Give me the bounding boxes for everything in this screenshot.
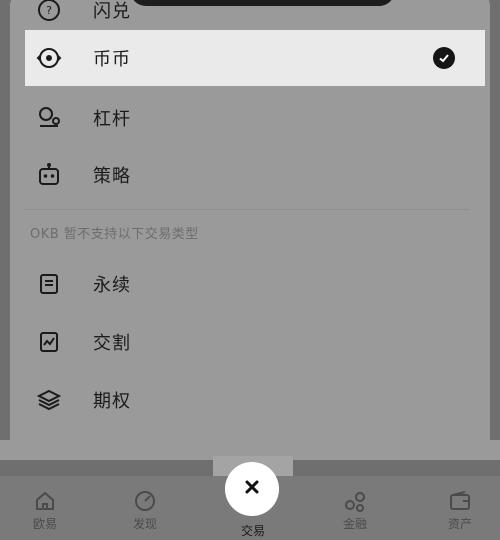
tab-assets[interactable]: 资产	[415, 476, 500, 540]
unsupported-note: OKB 暂不支持以下交易类型	[30, 227, 199, 242]
tab-label: 发现	[132, 517, 157, 531]
menu-item-strategy[interactable]: 策略	[25, 147, 485, 203]
menu-item-label: 永续	[93, 275, 131, 296]
tab-discover[interactable]: 发现	[100, 476, 190, 540]
menu-item-margin[interactable]: 杠杆	[25, 90, 485, 146]
menu-item-label: 期权	[93, 391, 131, 412]
tab-label: 资产	[447, 517, 472, 531]
menu-item-label: 策略	[93, 166, 131, 187]
discover-icon	[132, 488, 158, 514]
spot-icon	[35, 44, 63, 72]
trade-type-screen: ? 闪兑 币币 杠杆 策略 OKB 暂不支持以下交易类型 永续 交割 期权 欧易…	[0, 0, 500, 540]
menu-item-options[interactable]: 期权	[25, 372, 485, 428]
perpetual-icon	[35, 270, 63, 298]
menu-item-label: 杠杆	[93, 109, 131, 130]
tab-finance[interactable]: 金融	[310, 476, 400, 540]
checkmark-icon	[433, 47, 455, 69]
menu-item-label: 币币	[93, 49, 131, 70]
tab-home[interactable]: 欧易	[0, 476, 90, 540]
strategy-bot-icon	[35, 161, 63, 189]
tab-label: 欧易	[32, 517, 57, 531]
home-icon	[32, 488, 58, 514]
wallet-icon	[447, 488, 473, 514]
menu-item-delivery[interactable]: 交割	[25, 314, 485, 370]
menu-item-label: 闪兑	[93, 1, 131, 22]
menu-item-label: 交割	[93, 333, 131, 354]
options-icon	[35, 386, 63, 414]
menu-item-perpetual[interactable]: 永续	[25, 256, 485, 312]
margin-icon	[35, 104, 63, 132]
tab-label: 金融	[342, 517, 367, 531]
swap-icon: ?	[35, 0, 63, 24]
section-divider	[25, 209, 470, 210]
menu-item-spot[interactable]: 币币	[25, 30, 485, 86]
close-trade-menu-button[interactable]	[225, 462, 279, 516]
tab-trade-label: 交易	[240, 524, 265, 538]
delivery-icon	[35, 328, 63, 356]
svg-text:?: ?	[46, 4, 52, 17]
close-icon	[243, 478, 261, 500]
finance-icon	[342, 488, 368, 514]
